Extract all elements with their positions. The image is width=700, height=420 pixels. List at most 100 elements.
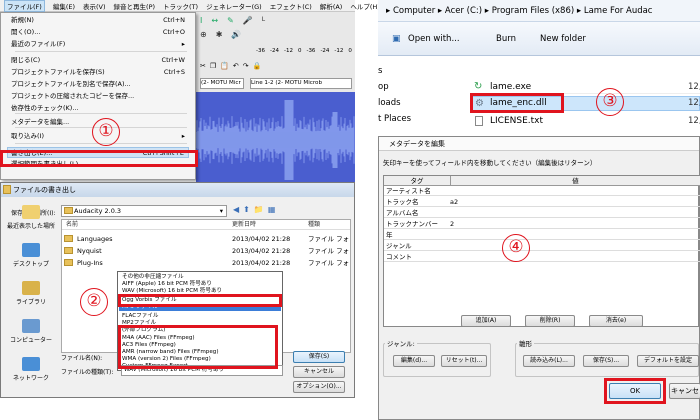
load-template-button[interactable]: 読み込み(L)... bbox=[523, 355, 575, 367]
nav-item-4[interactable]: t Places bbox=[378, 114, 411, 124]
tool-icons-2: ⊕ ✱ 🔊 bbox=[200, 30, 350, 40]
envelope-tool-icon[interactable]: ↔ bbox=[211, 16, 218, 26]
file-menu-item[interactable]: 閉じる(C) Ctrl+W bbox=[11, 55, 189, 66]
file-row[interactable]: Languages 2013/04/02 21:28 ファイル フォ bbox=[64, 234, 349, 244]
address-bar[interactable]: ▸ Computer ▸ Acer (C:) ▸ Program Files (… bbox=[378, 0, 700, 22]
metadata-row[interactable]: 年 bbox=[384, 230, 700, 240]
file-menu-item[interactable]: 新規(N) Ctrl+N bbox=[11, 15, 189, 26]
col-name[interactable]: 名前 bbox=[66, 220, 78, 230]
place-icon bbox=[22, 281, 40, 295]
menubar-item[interactable]: ファイル(F) bbox=[4, 0, 45, 12]
col-date[interactable]: 更新日時 bbox=[232, 220, 256, 230]
genre-group-label: ジャンル: bbox=[385, 338, 417, 348]
menubar-item[interactable]: ジェネレーター(G) bbox=[206, 1, 262, 11]
cancel-button[interactable]: キャンセル bbox=[293, 366, 345, 378]
nav-item-3[interactable]: loads bbox=[378, 98, 401, 108]
clear-button[interactable]: 消去(e) bbox=[589, 315, 643, 327]
metadata-row[interactable]: トラックナンバー 2 bbox=[384, 219, 700, 229]
file-menu-item[interactable]: プロジェクトの圧縮されたコピーを保存... bbox=[11, 91, 189, 102]
breadcrumb-item[interactable]: Computer bbox=[393, 6, 435, 16]
draw-tool-icon[interactable]: ✎ bbox=[227, 16, 234, 26]
file-type-option[interactable]: その他の非圧縮ファイル bbox=[122, 274, 184, 281]
remove-row-button[interactable]: 削除(R) bbox=[525, 315, 575, 327]
new-folder-button[interactable]: New folder bbox=[540, 34, 586, 44]
edit-genre-button[interactable]: 編集(d)... bbox=[393, 355, 435, 367]
nav-item-2[interactable]: op bbox=[378, 82, 389, 92]
waveform-path bbox=[196, 100, 355, 180]
speaker-icon[interactable]: 🔊 bbox=[231, 30, 241, 40]
file-type-option[interactable]: FLACファイル bbox=[122, 313, 158, 320]
file-menu-item[interactable]: 最近のファイル(F) ▸ bbox=[11, 39, 189, 50]
metadata-row[interactable]: ジャンル bbox=[384, 241, 700, 251]
metadata-dialog-title: メタデータを編集 bbox=[379, 137, 699, 151]
metadata-grid[interactable]: タグ 値 アーティスト名 トラック名 a2 アルバム名 トラックナンバー 2 年ジャンル コメ… bbox=[383, 175, 700, 327]
tool-icons[interactable]: I ↔ ✎ 🎤 L bbox=[200, 16, 350, 26]
multi-tool-icon[interactable]: ✱ bbox=[216, 30, 223, 40]
breadcrumb-item[interactable]: Acer (C:) bbox=[445, 6, 482, 16]
folder-icon bbox=[64, 259, 73, 266]
add-row-button[interactable]: 追加(A) bbox=[461, 315, 511, 327]
menubar-item[interactable]: ヘルプ(H) bbox=[350, 1, 379, 11]
burn-button[interactable]: Burn bbox=[496, 34, 516, 44]
metadata-row[interactable]: アルバム名 bbox=[384, 208, 700, 218]
copy-icon[interactable]: ❐ bbox=[210, 62, 216, 74]
menubar-item[interactable]: 表示(V) bbox=[83, 1, 106, 11]
paste-icon[interactable]: 📋 bbox=[220, 62, 229, 74]
metadata-value[interactable]: 2 bbox=[450, 219, 454, 229]
file-row[interactable]: Nyquist 2013/04/02 21:28 ファイル フォ bbox=[64, 246, 349, 256]
metadata-row[interactable]: コメント bbox=[384, 252, 700, 262]
file-menu-item[interactable]: プロジェクトファイルを保存(S) Ctrl+S bbox=[11, 67, 189, 78]
file-menu-item[interactable]: 依存性のチェック(K)... bbox=[11, 103, 189, 114]
breadcrumb-item[interactable]: Lame For Audac bbox=[584, 6, 653, 16]
reset-genre-button[interactable]: リセット(t)... bbox=[441, 355, 487, 367]
recording-device-select[interactable]: Line 1-2 (2- MOTU Microb bbox=[250, 78, 352, 89]
places-bar: 最近表示した場所 デスクトップ ライブラリコンピューター ネットワーク bbox=[3, 205, 59, 395]
menubar-item[interactable]: エフェクト(C) bbox=[270, 1, 312, 11]
breadcrumb-item[interactable]: Program Files (x86) bbox=[492, 6, 574, 16]
mic-icon[interactable]: 🎤 bbox=[243, 16, 253, 26]
chevron-down-icon: ▾ bbox=[219, 207, 223, 215]
metadata-tag: コメント bbox=[386, 253, 412, 261]
metadata-tag: ジャンル bbox=[386, 242, 412, 250]
save-in-select[interactable]: Audacity 2.0.3 ▾ bbox=[61, 205, 227, 217]
save-button[interactable]: 保存(S) bbox=[293, 351, 345, 363]
view-menu-icon[interactable]: ▦ bbox=[268, 205, 276, 217]
metadata-row[interactable]: アーティスト名 bbox=[384, 186, 700, 196]
playback-device-select[interactable]: (2- MOTU Micr bbox=[200, 78, 244, 89]
menu-item-label: 依存性のチェック(K)... bbox=[11, 104, 79, 112]
redo-icon[interactable]: ↷ bbox=[243, 62, 249, 74]
save-template-button[interactable]: 保存(S)... bbox=[583, 355, 629, 367]
sync-lock-icon[interactable]: 🔒 bbox=[253, 62, 262, 74]
place-item[interactable]: 最近表示した場所 bbox=[3, 205, 59, 230]
col-type[interactable]: 種類 bbox=[308, 220, 320, 230]
cut-icon[interactable]: ✂ bbox=[200, 62, 206, 74]
file-menu-item[interactable]: プロジェクトファイルを別名で保存(A)... bbox=[11, 79, 189, 90]
place-item[interactable]: ライブラリ bbox=[3, 281, 59, 306]
nav-item-1[interactable]: s bbox=[378, 66, 382, 76]
open-with-button[interactable]: Open with... bbox=[408, 34, 460, 44]
up-folder-icon[interactable]: ⬆ bbox=[243, 205, 250, 217]
place-item[interactable]: ネットワーク bbox=[3, 357, 59, 382]
undo-icon[interactable]: ↶ bbox=[233, 62, 239, 74]
menubar-item[interactable]: 解析(A) bbox=[320, 1, 343, 11]
back-icon[interactable]: ◀ bbox=[233, 205, 239, 217]
options-button[interactable]: オプション(O)... bbox=[293, 381, 345, 393]
nav-toolbar: ◀ ⬆ 📁 ▦ bbox=[233, 205, 293, 217]
waveform[interactable] bbox=[196, 96, 355, 184]
menubar-item[interactable]: 録音と再生(P) bbox=[114, 1, 156, 11]
place-item[interactable]: コンピューター bbox=[3, 319, 59, 344]
file-row[interactable]: Plug-Ins 2013/04/02 21:28 ファイル フォ bbox=[64, 258, 349, 268]
menubar-item[interactable]: トラック(T) bbox=[163, 1, 198, 11]
place-item[interactable]: デスクトップ bbox=[3, 243, 59, 268]
zoom-tool-icon[interactable]: ⊕ bbox=[200, 30, 207, 40]
selection-tool-icon[interactable]: I bbox=[200, 16, 202, 26]
metadata-value[interactable]: a2 bbox=[450, 197, 458, 207]
cancel-metadata-button[interactable]: キャンセ bbox=[669, 383, 700, 399]
menubar-item[interactable]: 編集(E) bbox=[53, 1, 75, 11]
metadata-tag: トラック名 bbox=[386, 198, 419, 206]
file-type-option[interactable]: AIFF (Apple) 16 bit PCM 符号あり bbox=[122, 281, 212, 288]
new-folder-icon[interactable]: 📁 bbox=[254, 205, 264, 217]
set-default-button[interactable]: デフォルトを設定 bbox=[637, 355, 699, 367]
file-menu-item[interactable]: 開く(O)... Ctrl+O bbox=[11, 27, 189, 38]
metadata-row[interactable]: トラック名 a2 bbox=[384, 197, 700, 207]
